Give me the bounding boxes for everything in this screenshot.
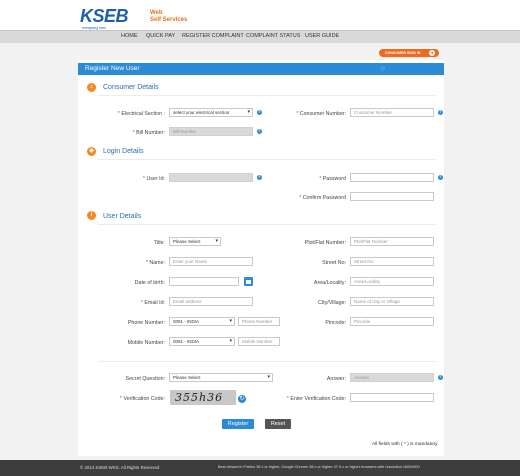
- user-id-label: * User Id:: [142, 176, 165, 182]
- consumer-number-label: * Consumer Number:: [296, 111, 346, 117]
- answer-input[interactable]: Answer: [350, 373, 434, 382]
- pincode-label: Pincode:: [325, 320, 346, 326]
- refresh-icon[interactable]: ↻: [238, 395, 246, 403]
- info-icon: i: [87, 211, 96, 220]
- mobile-number-label: Mobile Number:: [127, 340, 165, 346]
- city-village-label: City/Village:: [318, 300, 346, 306]
- phone-country-select[interactable]: 0091 - INDIA: [169, 317, 235, 326]
- confirm-password-label: * Confirm Password: [299, 195, 346, 201]
- phone-number-label: Phone Number:: [127, 320, 165, 326]
- plot-flat-label: Plot/Flat Number:: [304, 240, 346, 246]
- help-icon[interactable]: ?: [257, 175, 262, 180]
- house-icon: ⌂: [87, 83, 96, 92]
- mandatory-note: All fields with ( * ) is mandatory: [372, 442, 438, 447]
- consumer-details-heading: Consumer Details: [103, 84, 159, 91]
- captcha-image: 355h36: [170, 390, 236, 405]
- main-nav: HOME QUICK PAY REGISTER COMPLAINT COMPLA…: [0, 30, 520, 43]
- email-label: * Email Id:: [140, 300, 165, 306]
- help-icon[interactable]: ?: [438, 110, 443, 115]
- secret-question-label: Secret Question:: [125, 376, 165, 382]
- area-locality-label: Area/Locality:: [313, 280, 346, 286]
- nav-quick-pay[interactable]: QUICK PAY: [146, 33, 175, 39]
- sign-in-label: CONSUMER SIGN IN: [385, 51, 421, 55]
- answer-label: Answer:: [326, 376, 346, 382]
- calendar-icon[interactable]: [244, 277, 253, 286]
- mobile-number-input[interactable]: Mobile Number: [238, 337, 280, 346]
- verification-code-label: * Verification Code:: [119, 396, 165, 402]
- chevron-right-icon: »: [380, 63, 386, 74]
- secret-question-select[interactable]: Please Select: [169, 373, 273, 382]
- copyright-text: © 2013 KSEB-WSS. All Rights Reserved: [80, 465, 160, 470]
- help-icon[interactable]: ?: [257, 110, 262, 115]
- title-select[interactable]: Please Select: [169, 237, 221, 246]
- date-of-birth-label: Date of birth:: [134, 280, 165, 286]
- pincode-input[interactable]: Pincode: [350, 317, 434, 326]
- bill-number-input[interactable]: Bill Number: [169, 127, 253, 136]
- confirm-password-input[interactable]: [350, 192, 434, 201]
- email-input[interactable]: Email address: [169, 297, 253, 306]
- enter-verification-code-label: * Enter Verification Code:: [286, 396, 346, 402]
- login-details-heading: Login Details: [103, 148, 144, 155]
- name-input[interactable]: Enter your Name: [169, 257, 253, 266]
- city-village-input[interactable]: Name of City or Village: [350, 297, 434, 306]
- name-label: * Name:: [145, 260, 165, 266]
- page-title-bar: Register New User »: [78, 63, 444, 75]
- web-self-services-title: Web Self Services: [150, 10, 188, 23]
- page-title: Register New User: [85, 65, 140, 72]
- reset-button[interactable]: Reset: [265, 419, 291, 429]
- footer: © 2013 KSEB-WSS. All Rights Reserved Bes…: [0, 460, 520, 476]
- verification-code-input[interactable]: [350, 393, 434, 402]
- nav-complaint-status[interactable]: COMPLAINT STATUS: [246, 33, 300, 39]
- user-id-input[interactable]: [169, 173, 253, 182]
- consumer-sign-in-button[interactable]: CONSUMER SIGN IN ➜: [379, 49, 439, 57]
- header: KSEB energising lives Web Self Services: [0, 0, 520, 30]
- sign-in-icon: ➜: [429, 50, 435, 56]
- street-input[interactable]: Street No: [350, 257, 434, 266]
- help-icon[interactable]: ?: [257, 129, 262, 134]
- nav-register-complaint[interactable]: REGISTER COMPLAINT: [182, 33, 244, 39]
- help-icon[interactable]: ?: [438, 175, 443, 180]
- electrical-section-select[interactable]: select your electrical section: [169, 108, 253, 117]
- plot-flat-input[interactable]: Plot/Flat Number: [350, 237, 434, 246]
- password-label: * Password: [319, 176, 346, 182]
- kseb-logo[interactable]: KSEB energising lives Web Self Services: [80, 6, 200, 30]
- logo-text: KSEB: [80, 6, 129, 26]
- nav-user-guide[interactable]: USER GUIDE: [305, 33, 339, 39]
- divider: [98, 95, 436, 96]
- consumer-number-input[interactable]: Consumer Number: [350, 108, 434, 117]
- electrical-section-label: * Electrical Section :: [117, 111, 165, 117]
- street-label: Street No:: [322, 260, 346, 266]
- divider: [98, 361, 436, 362]
- user-details-heading: User Details: [103, 213, 142, 220]
- mobile-country-select[interactable]: 0091 - INDIA: [169, 337, 235, 346]
- date-of-birth-input[interactable]: [169, 277, 239, 286]
- area-locality-input[interactable]: Area/Locality: [350, 277, 434, 286]
- password-input[interactable]: [350, 173, 434, 182]
- nav-home[interactable]: HOME: [121, 33, 138, 39]
- lock-icon: ◆: [87, 147, 96, 156]
- divider: [98, 159, 436, 160]
- register-button[interactable]: Register: [222, 419, 254, 429]
- title-label: Title:: [153, 240, 165, 246]
- divider: [98, 224, 436, 225]
- browser-note: Best viewed in Firefox 36.x or higher, G…: [218, 465, 420, 469]
- bill-number-label: * Bill Number:: [132, 130, 165, 136]
- help-icon[interactable]: ?: [438, 375, 443, 380]
